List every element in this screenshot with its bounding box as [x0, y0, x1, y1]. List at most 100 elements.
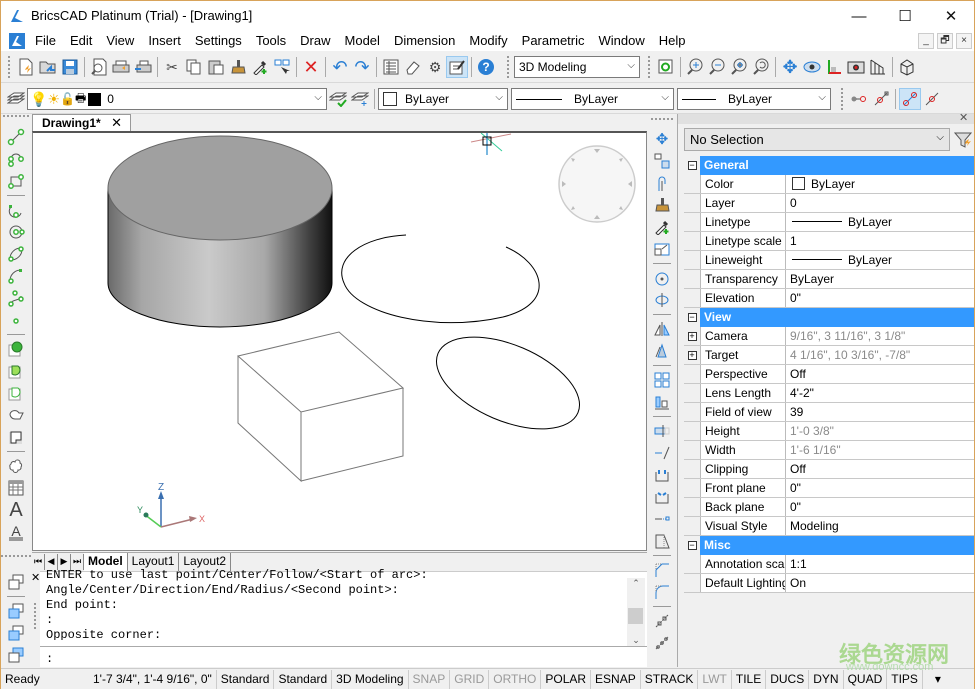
property-row[interactable]: Annotation scale 1:1 [684, 555, 974, 574]
property-row[interactable]: Visual Style Modeling [684, 517, 974, 536]
property-row[interactable]: Lineweight ByLayer [684, 251, 974, 270]
circle-icon[interactable] [3, 221, 29, 243]
document-tab[interactable]: Drawing1* ✕ [32, 114, 131, 132]
join-icon[interactable] [651, 486, 673, 508]
offset-icon[interactable] [651, 172, 673, 194]
collapse-icon[interactable]: − [684, 156, 700, 175]
match-properties-icon[interactable] [227, 56, 249, 78]
status-text-style[interactable]: Standard [217, 669, 275, 689]
first-tab-icon[interactable]: ⏮ [32, 553, 45, 570]
line-icon[interactable] [3, 126, 29, 148]
snap-node-icon[interactable] [848, 88, 870, 110]
status-workspace[interactable]: 3D Modeling [332, 669, 409, 689]
zoom-out-icon[interactable] [706, 56, 728, 78]
close-tab-icon[interactable]: ✕ [111, 115, 122, 131]
status-toggle-ortho[interactable]: ORTHO [489, 669, 542, 689]
view-eye-icon[interactable] [801, 56, 823, 78]
status-dim-style[interactable]: Standard [274, 669, 333, 689]
perspective-view-icon[interactable] [867, 56, 889, 78]
menu-help[interactable]: Help [652, 31, 693, 51]
paste-icon[interactable] [205, 56, 227, 78]
regen-icon[interactable] [655, 56, 677, 78]
table-icon[interactable] [3, 477, 29, 499]
close-command-panel-icon[interactable]: ✕ [31, 571, 40, 584]
property-row[interactable]: Width 1'-6 1/16" [684, 441, 974, 460]
layer-lock-icon[interactable]: 🔓 [60, 92, 75, 106]
status-toggle-lwt[interactable]: LWT [698, 669, 732, 689]
layer-previous-icon[interactable] [349, 88, 371, 110]
ellipse-icon[interactable] [3, 243, 29, 265]
print-preview-icon[interactable] [88, 56, 110, 78]
open-file-icon[interactable] [37, 56, 59, 78]
trim-icon[interactable] [651, 442, 673, 464]
zoom-extents-icon[interactable] [728, 56, 750, 78]
property-value[interactable]: Off [786, 460, 974, 478]
drawing-canvas[interactable]: Z Y X [32, 131, 647, 551]
delete-icon[interactable]: ✕ [300, 56, 322, 78]
chamfer-solid-icon[interactable] [651, 530, 673, 552]
gradient-icon[interactable] [3, 360, 29, 382]
menu-draw[interactable]: Draw [293, 31, 337, 51]
property-value[interactable]: ByLayer [786, 175, 974, 193]
move-icon[interactable]: ✥ [651, 128, 673, 150]
cylinder-solid[interactable] [107, 135, 333, 328]
lineweight-select[interactable]: ByLayer ⌵ [677, 88, 831, 110]
help-icon[interactable]: ? [475, 56, 497, 78]
property-row[interactable]: Linetype ByLayer [684, 213, 974, 232]
ucs-icon[interactable] [823, 56, 845, 78]
navigation-wheel[interactable] [558, 145, 636, 223]
menu-insert[interactable]: Insert [141, 31, 188, 51]
hatch-icon[interactable] [3, 338, 29, 360]
close-properties-icon[interactable]: ✕ [959, 111, 968, 124]
property-value[interactable]: 9/16", 3 11/16", 3 1/8" [786, 327, 974, 345]
properties-eraser-icon[interactable] [402, 56, 424, 78]
drawing-explorer-icon[interactable] [380, 56, 402, 78]
doc-minimize-button[interactable]: _ [918, 33, 934, 49]
quick-select-icon[interactable] [271, 56, 293, 78]
property-value[interactable]: 0" [786, 479, 974, 497]
status-toggle-tile[interactable]: TILE [732, 669, 767, 689]
property-value[interactable]: On [786, 574, 974, 592]
property-row[interactable]: Color ByLayer [684, 175, 974, 194]
point-icon[interactable] [3, 309, 29, 331]
property-value[interactable]: 1'-0 3/8" [786, 422, 974, 440]
arc-entity[interactable] [341, 234, 540, 324]
rectangle-icon[interactable] [3, 170, 29, 192]
menu-edit[interactable]: Edit [63, 31, 99, 51]
linetype-select[interactable]: ByLayer ⌵ [511, 88, 674, 110]
toolbar-grip[interactable] [648, 56, 652, 78]
spline-icon[interactable] [3, 287, 29, 309]
revision-cloud-icon[interactable] [3, 455, 29, 477]
region-icon[interactable] [3, 404, 29, 426]
layer-plot-icon[interactable]: 🖶 [75, 89, 86, 110]
boundary-icon[interactable] [3, 382, 29, 404]
scrollbar-thumb[interactable] [628, 608, 643, 624]
elliptical-arc-icon[interactable] [3, 265, 29, 287]
status-toggle-esnap[interactable]: ESNAP [591, 669, 641, 689]
arc-icon[interactable] [3, 199, 29, 221]
collapse-icon[interactable]: − [684, 308, 700, 327]
property-row[interactable]: Elevation 0" [684, 289, 974, 308]
category-misc[interactable]: − Misc [684, 536, 974, 555]
command-history-scrollbar[interactable]: ⌃ ⌄ [627, 578, 645, 646]
property-row[interactable]: Clipping Off [684, 460, 974, 479]
undo-icon[interactable]: ↶ [329, 56, 351, 78]
match-properties-brush-icon[interactable] [651, 194, 673, 216]
status-toggle-polar[interactable]: POLAR [541, 669, 592, 689]
expand-icon[interactable]: + [684, 346, 700, 364]
property-row[interactable]: + Camera 9/16", 3 11/16", 3 1/8" [684, 327, 974, 346]
pick-eyedropper-icon[interactable] [651, 216, 673, 238]
break-icon[interactable] [651, 464, 673, 486]
menu-dimension[interactable]: Dimension [387, 31, 462, 51]
zoom-in-icon[interactable] [684, 56, 706, 78]
close-button[interactable]: ✕ [928, 1, 974, 31]
minimize-button[interactable]: — [836, 1, 882, 31]
property-value[interactable]: Modeling [786, 517, 974, 535]
print-icon[interactable] [110, 56, 132, 78]
layer-on-bulb-icon[interactable]: 💡 [30, 91, 47, 108]
property-value[interactable]: 0" [786, 289, 974, 307]
property-row[interactable]: Default Lighting On [684, 574, 974, 593]
selection-filter-select[interactable]: No Selection ⌵ [684, 128, 950, 151]
status-toggle-strack[interactable]: STRACK [641, 669, 699, 689]
new-file-icon[interactable] [15, 56, 37, 78]
